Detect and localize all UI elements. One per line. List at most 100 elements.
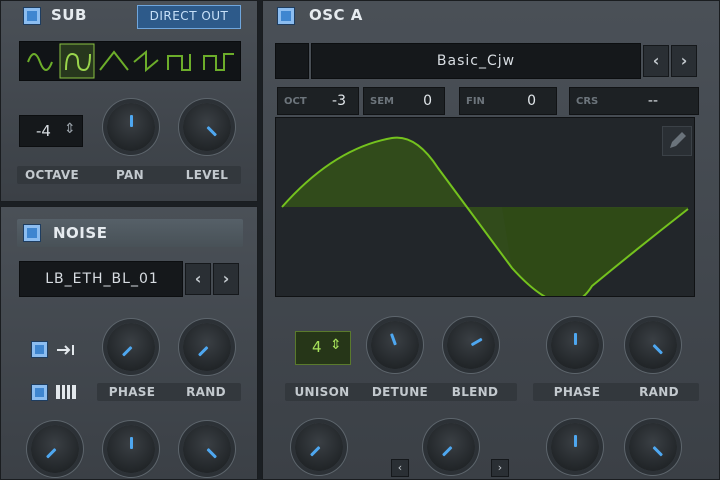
pencil-icon — [670, 132, 686, 148]
osc-fin-name: FIN — [466, 96, 485, 107]
sine-wave-icon — [27, 53, 53, 71]
osc-phase-label: PHASE — [553, 385, 601, 399]
osc-sem-param[interactable]: SEM 0 — [363, 87, 445, 115]
noise-header: NOISE — [17, 219, 243, 247]
osc-phase-knob[interactable] — [551, 321, 599, 369]
wavetable-name: Basic_Cjw — [436, 53, 516, 69]
sub-panel: SUB DIRECT OUT -4 ⇕ OCTAVE PAN LEVEL — [0, 0, 258, 202]
detune-indicator — [389, 333, 397, 346]
sub-waveform-selector[interactable] — [19, 41, 241, 81]
noise-level-indicator — [205, 447, 217, 459]
noise-prev-button[interactable]: ‹ — [185, 263, 211, 295]
noise-phase-knob[interactable] — [107, 323, 155, 371]
sub-enable-toggle[interactable] — [23, 7, 41, 25]
wavetable-prev-button[interactable]: ‹ — [643, 45, 669, 77]
osc-a-panel: OSC A Basic_Cjw ‹ › OCT -3 SEM 0 FIN 0 C… — [262, 0, 720, 480]
noise-oneshot-toggle[interactable] — [31, 341, 48, 358]
blend-knob[interactable] — [447, 321, 495, 369]
osc-a-enable-toggle[interactable] — [277, 7, 295, 25]
warp-prev-button[interactable]: ‹ — [391, 459, 409, 477]
unison-spinner[interactable]: 4 ⇕ — [295, 331, 351, 365]
sub-title: SUB — [51, 6, 87, 24]
pan-label: PAN — [116, 168, 144, 182]
noise-keytrack-toggle[interactable] — [31, 384, 48, 401]
osc-a-title: OSC A — [309, 6, 363, 24]
direct-out-button[interactable]: DIRECT OUT — [137, 5, 241, 29]
spinner-icon: ⇕ — [330, 337, 342, 353]
noise-rand-label: RAND — [186, 385, 226, 399]
octave-value: -4 — [36, 122, 51, 140]
waveform-graph — [281, 136, 689, 296]
chevron-left-icon: ‹ — [397, 461, 403, 474]
noise-phase-indicator — [121, 345, 133, 357]
wavetable-next-button[interactable]: › — [671, 45, 697, 77]
noise-rand-indicator — [197, 345, 209, 357]
wavetable-display[interactable] — [275, 117, 695, 297]
osc-level-indicator — [651, 445, 663, 457]
osc-fin-param[interactable]: FIN 0 — [459, 87, 557, 115]
osc-level-knob[interactable] — [629, 423, 677, 471]
noise-panel: NOISE LB_ETH_BL_01 ‹ › PHASE RAND — [0, 206, 258, 480]
osc-crs-param[interactable]: CRS -- — [569, 87, 699, 115]
osc-rand-knob[interactable] — [629, 321, 677, 369]
noise-pitch-knob[interactable] — [31, 425, 79, 473]
osc-pan-indicator — [573, 435, 577, 447]
osc-fin-value: 0 — [527, 93, 536, 109]
noise-pan-knob[interactable] — [107, 425, 155, 473]
chevron-left-icon: ‹ — [652, 51, 660, 70]
chevron-right-icon: › — [222, 269, 230, 288]
noise-rand-knob[interactable] — [183, 323, 231, 371]
osc-pan-knob[interactable] — [551, 423, 599, 471]
noise-preset-name: LB_ETH_BL_01 — [45, 271, 159, 287]
warp-knob[interactable] — [427, 423, 475, 471]
osc-oct-name: OCT — [284, 96, 307, 107]
osc-crs-name: CRS — [576, 96, 599, 107]
unison-label: UNISON — [294, 385, 350, 399]
osc-oct-value: -3 — [332, 93, 346, 109]
pulse-wave-icon — [203, 53, 234, 71]
noise-next-button[interactable]: › — [213, 263, 239, 295]
detune-label: DETUNE — [371, 385, 429, 399]
triangle-wave-icon — [99, 50, 129, 71]
osc-rand-indicator — [651, 343, 663, 355]
level-knob-indicator — [205, 125, 217, 137]
chevron-left-icon: ‹ — [194, 269, 202, 288]
pan-knob[interactable] — [107, 103, 155, 151]
saw-wave-icon — [133, 49, 159, 73]
octave-label: OCTAVE — [24, 168, 80, 182]
pan-knob-indicator — [129, 115, 133, 127]
noise-title: NOISE — [53, 224, 108, 242]
spinner-icon: ⇕ — [64, 121, 76, 137]
detune-knob[interactable] — [371, 321, 419, 369]
noise-level-knob[interactable] — [183, 425, 231, 473]
unison-value: 4 — [312, 338, 322, 356]
osc-oct-param[interactable]: OCT -3 — [277, 87, 359, 115]
noise-preset-display[interactable]: LB_ETH_BL_01 — [19, 261, 183, 297]
chevron-right-icon: › — [680, 51, 688, 70]
noise-label-bar: PHASE RAND — [97, 383, 241, 401]
wavetable-menu-button[interactable] — [275, 43, 309, 79]
noise-phase-label: PHASE — [108, 385, 156, 399]
noise-pitch-indicator — [45, 447, 57, 459]
wt-pos-knob[interactable] — [295, 423, 343, 471]
level-label: LEVEL — [185, 168, 229, 182]
warp-indicator — [441, 445, 453, 457]
keyboard-icon — [56, 385, 76, 399]
square-wave-icon — [167, 54, 191, 71]
warp-next-button[interactable]: › — [491, 459, 509, 477]
wavetable-name-display[interactable]: Basic_Cjw — [311, 43, 641, 79]
pencil-edit-button[interactable] — [662, 126, 692, 156]
one-shot-icon — [57, 345, 74, 355]
osc-sem-name: SEM — [370, 96, 394, 107]
osc-unison-label-bar: UNISON DETUNE BLEND — [285, 383, 517, 401]
noise-enable-toggle[interactable] — [23, 224, 41, 242]
blend-label: BLEND — [451, 385, 499, 399]
wt-pos-indicator — [309, 445, 321, 457]
osc-phase-indicator — [573, 333, 577, 345]
blend-indicator — [470, 337, 483, 347]
octave-spinner[interactable]: -4 ⇕ — [19, 115, 83, 147]
chevron-right-icon: › — [497, 461, 503, 474]
level-knob[interactable] — [183, 103, 231, 151]
waveform-icons — [27, 43, 234, 79]
osc-sem-value: 0 — [423, 93, 432, 109]
